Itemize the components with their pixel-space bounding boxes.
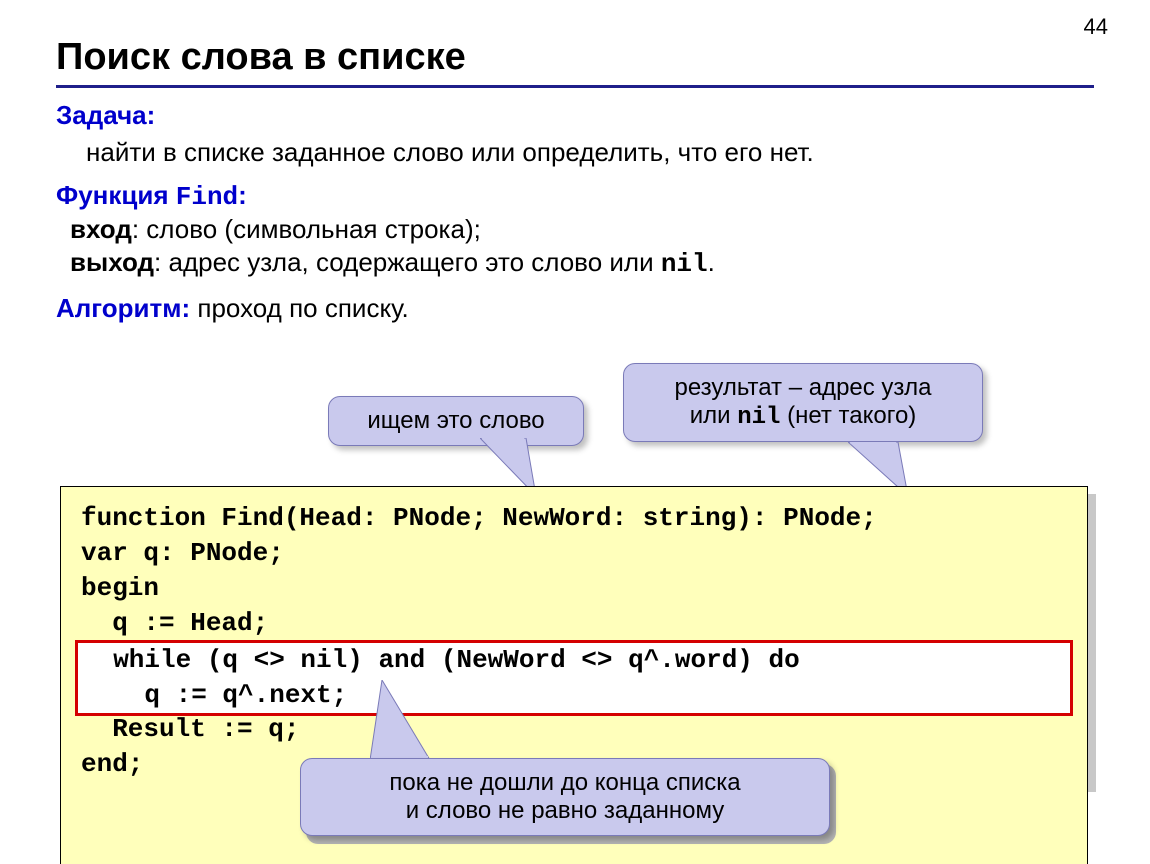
title-rule (56, 85, 1094, 88)
code-l1: function Find(Head: PNode; NewWord: stri… (81, 503, 877, 533)
code-l3: begin (81, 573, 159, 603)
algo-label: Алгоритм: (56, 293, 190, 323)
input-text: : слово (символьная строка); (132, 214, 481, 244)
slide: 44 Поиск слова в списке Задача: найти в … (0, 0, 1150, 864)
callout-result-line2: или nil (нет такого) (642, 402, 964, 431)
callout-result-post: (нет такого) (780, 402, 916, 429)
callout-loop-cond: пока не дошли до конца списка и слово не… (300, 758, 830, 836)
input-line: вход: слово (символьная строка); (70, 214, 1094, 245)
input-label: вход (70, 214, 132, 244)
hl-l6: q := q^.next; (82, 680, 347, 710)
func-name: Find (176, 182, 238, 212)
task-label: Задача: (56, 100, 155, 130)
callout-search-word: ищем это слово (328, 396, 584, 446)
code-l7: Result := q; (81, 714, 299, 744)
output-text-1: : адрес узла, содержащего это слово или (154, 247, 661, 277)
code-l2: var q: PNode; (81, 538, 284, 568)
callout-result-or: или (690, 402, 737, 429)
task-text: найти в списке заданное слово или опреде… (86, 135, 1094, 170)
output-nil: nil (661, 249, 708, 279)
page-number: 44 (1084, 14, 1108, 40)
code-l8: end; (81, 749, 143, 779)
callout-loop-line2: и слово не равно заданному (319, 797, 811, 825)
slide-title: Поиск слова в списке (56, 36, 1094, 79)
callout-result-line1: результат – адрес узла (642, 374, 964, 402)
func-label-prefix: Функция (56, 180, 176, 210)
callout-search-word-text: ищем это слово (367, 407, 544, 434)
callout-result: результат – адрес узла или nil (нет тако… (623, 363, 983, 442)
hl-l5: while (q <> nil) and (NewWord <> q^.word… (82, 645, 800, 675)
output-label: выход (70, 247, 154, 277)
callout-loop-line1: пока не дошли до конца списка (319, 769, 811, 797)
algo-text: проход по списку. (190, 293, 409, 323)
code-l4: q := Head; (81, 608, 268, 638)
output-text-2: . (708, 247, 715, 277)
func-label-suffix: : (238, 180, 247, 210)
callout-result-nil: nil (737, 404, 780, 431)
output-line: выход: адрес узла, содержащего это слово… (70, 247, 1094, 279)
highlight-overlay: while (q <> nil) and (NewWord <> q^.word… (76, 641, 1072, 715)
